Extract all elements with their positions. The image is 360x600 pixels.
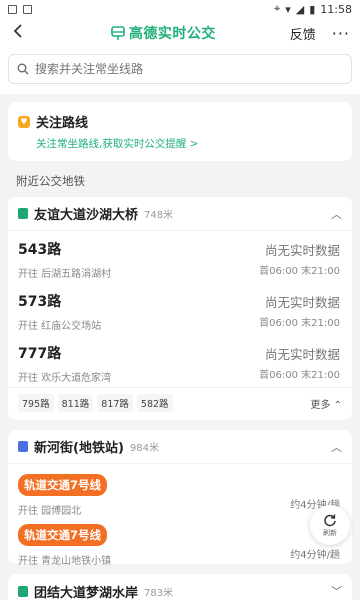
- stop-name: 新河街(地铁站): [34, 441, 124, 456]
- line-frequency: 约4分钟/趟: [290, 550, 340, 561]
- subway-stop-card: 新河街(地铁站) 984米 ︿ 轨道交通7号线 开往 园博园北 约4分钟/趟 轨…: [8, 430, 352, 567]
- route-chip[interactable]: 811路: [57, 394, 94, 412]
- follow-link[interactable]: 关注常坐路线,获取实时公交提醒 >: [18, 136, 342, 151]
- back-arrow-icon: [13, 24, 22, 38]
- nearby-section-label: 附近公交地铁: [16, 174, 85, 188]
- stop-distance: 984米: [129, 443, 159, 454]
- chevron-up-icon[interactable]: ︿: [331, 206, 342, 222]
- signal-icon: ◢: [295, 2, 305, 16]
- status-bar: ⌖ ▾ ◢ ▮ 11:58: [0, 0, 360, 18]
- app-brand: 高德实时公交: [110, 23, 216, 43]
- chevron-up-icon[interactable]: ︿: [331, 439, 342, 455]
- feedback-button[interactable]: 反馈: [290, 24, 316, 43]
- more-routes-button[interactable]: 更多 ⌃: [310, 396, 342, 411]
- bus-stop-icon: [18, 208, 28, 219]
- back-button[interactable]: [12, 24, 36, 42]
- stop-distance: 748米: [144, 210, 174, 221]
- refresh-label: 刷新: [323, 528, 337, 537]
- more-menu-button[interactable]: ···: [332, 24, 350, 43]
- line-badge: 轨道交通7号线: [18, 474, 108, 496]
- top-nav-bar: 高德实时公交 反馈 ···: [0, 18, 360, 48]
- route-chip[interactable]: 582路: [136, 394, 173, 412]
- location-icon: ⌖: [274, 2, 281, 15]
- follow-routes-card[interactable]: ♥ 关注路线 关注常坐路线,获取实时公交提醒 >: [8, 102, 352, 161]
- search-icon: [17, 63, 29, 75]
- bus-stop-icon: [18, 585, 28, 597]
- chevron-down-icon[interactable]: ﹀: [331, 583, 342, 599]
- page-title: 高德实时公交: [128, 26, 216, 42]
- stop-name: 友谊大道沙湖大桥: [34, 208, 139, 223]
- search-box[interactable]: [8, 54, 352, 84]
- route-item[interactable]: 573路 开往 红庙公交场站 尚无实时数据 首06:00 末21:00: [8, 283, 352, 335]
- more-label: 更多: [310, 399, 331, 411]
- route-item[interactable]: 543路 开往 后湖五路涓湖村 尚无实时数据 首06:00 末21:00: [8, 231, 352, 283]
- service-hours: 首06:00 末21:00: [259, 370, 340, 381]
- status-time: 11:58: [320, 2, 352, 16]
- subway-icon: [18, 441, 28, 452]
- stop-header[interactable]: 团结大道梦湖水岸 783米 ﹀: [8, 574, 352, 600]
- refresh-button[interactable]: 刷新: [310, 505, 350, 545]
- realtime-status: 尚无实时数据: [264, 347, 340, 362]
- stop-header[interactable]: 友谊大道沙湖大桥 748米 ︿: [8, 197, 352, 231]
- follow-title: 关注路线: [36, 116, 89, 131]
- refresh-icon: [324, 513, 336, 526]
- stop-card: 友谊大道沙湖大桥 748米 ︿ 543路 开往 后湖五路涓湖村 尚无实时数据 首…: [8, 197, 352, 420]
- bus-logo-icon: [111, 26, 125, 40]
- notification-icon: [8, 4, 17, 14]
- search-input[interactable]: [35, 62, 343, 76]
- stop-distance: 783米: [144, 587, 174, 599]
- metro-line-item[interactable]: 轨道交通7号线 开往 青龙山地铁小镇 约4分钟/趟: [8, 514, 352, 567]
- other-routes-chips: 795路 811路 817路 582路 更多 ⌃: [8, 387, 352, 420]
- stop-card: 团结大道梦湖水岸 783米 ﹀: [8, 574, 352, 600]
- stop-header[interactable]: 新河街(地铁站) 984米 ︿: [8, 430, 352, 464]
- expand-icon: ⌃: [333, 399, 342, 411]
- line-badge: 轨道交通7号线: [18, 524, 108, 546]
- wifi-icon: ▾: [285, 2, 291, 16]
- service-hours: 首06:00 末21:00: [259, 318, 340, 329]
- search-area: [0, 48, 360, 94]
- route-item[interactable]: 777路 开往 欢乐大道危家湾 尚无实时数据 首06:00 末21:00: [8, 335, 352, 387]
- realtime-status: 尚无实时数据: [264, 295, 340, 310]
- service-hours: 首06:00 末21:00: [259, 266, 340, 277]
- realtime-status: 尚无实时数据: [264, 243, 340, 258]
- route-chip[interactable]: 817路: [97, 394, 133, 412]
- battery-icon: ▮: [309, 2, 316, 16]
- metro-line-item[interactable]: 轨道交通7号线 开往 园博园北 约4分钟/趟: [8, 464, 352, 517]
- heart-icon: ♥: [18, 115, 30, 128]
- stop-name: 团结大道梦湖水岸: [34, 585, 139, 600]
- route-chip[interactable]: 795路: [18, 394, 54, 412]
- notification-icon-2: [23, 4, 32, 14]
